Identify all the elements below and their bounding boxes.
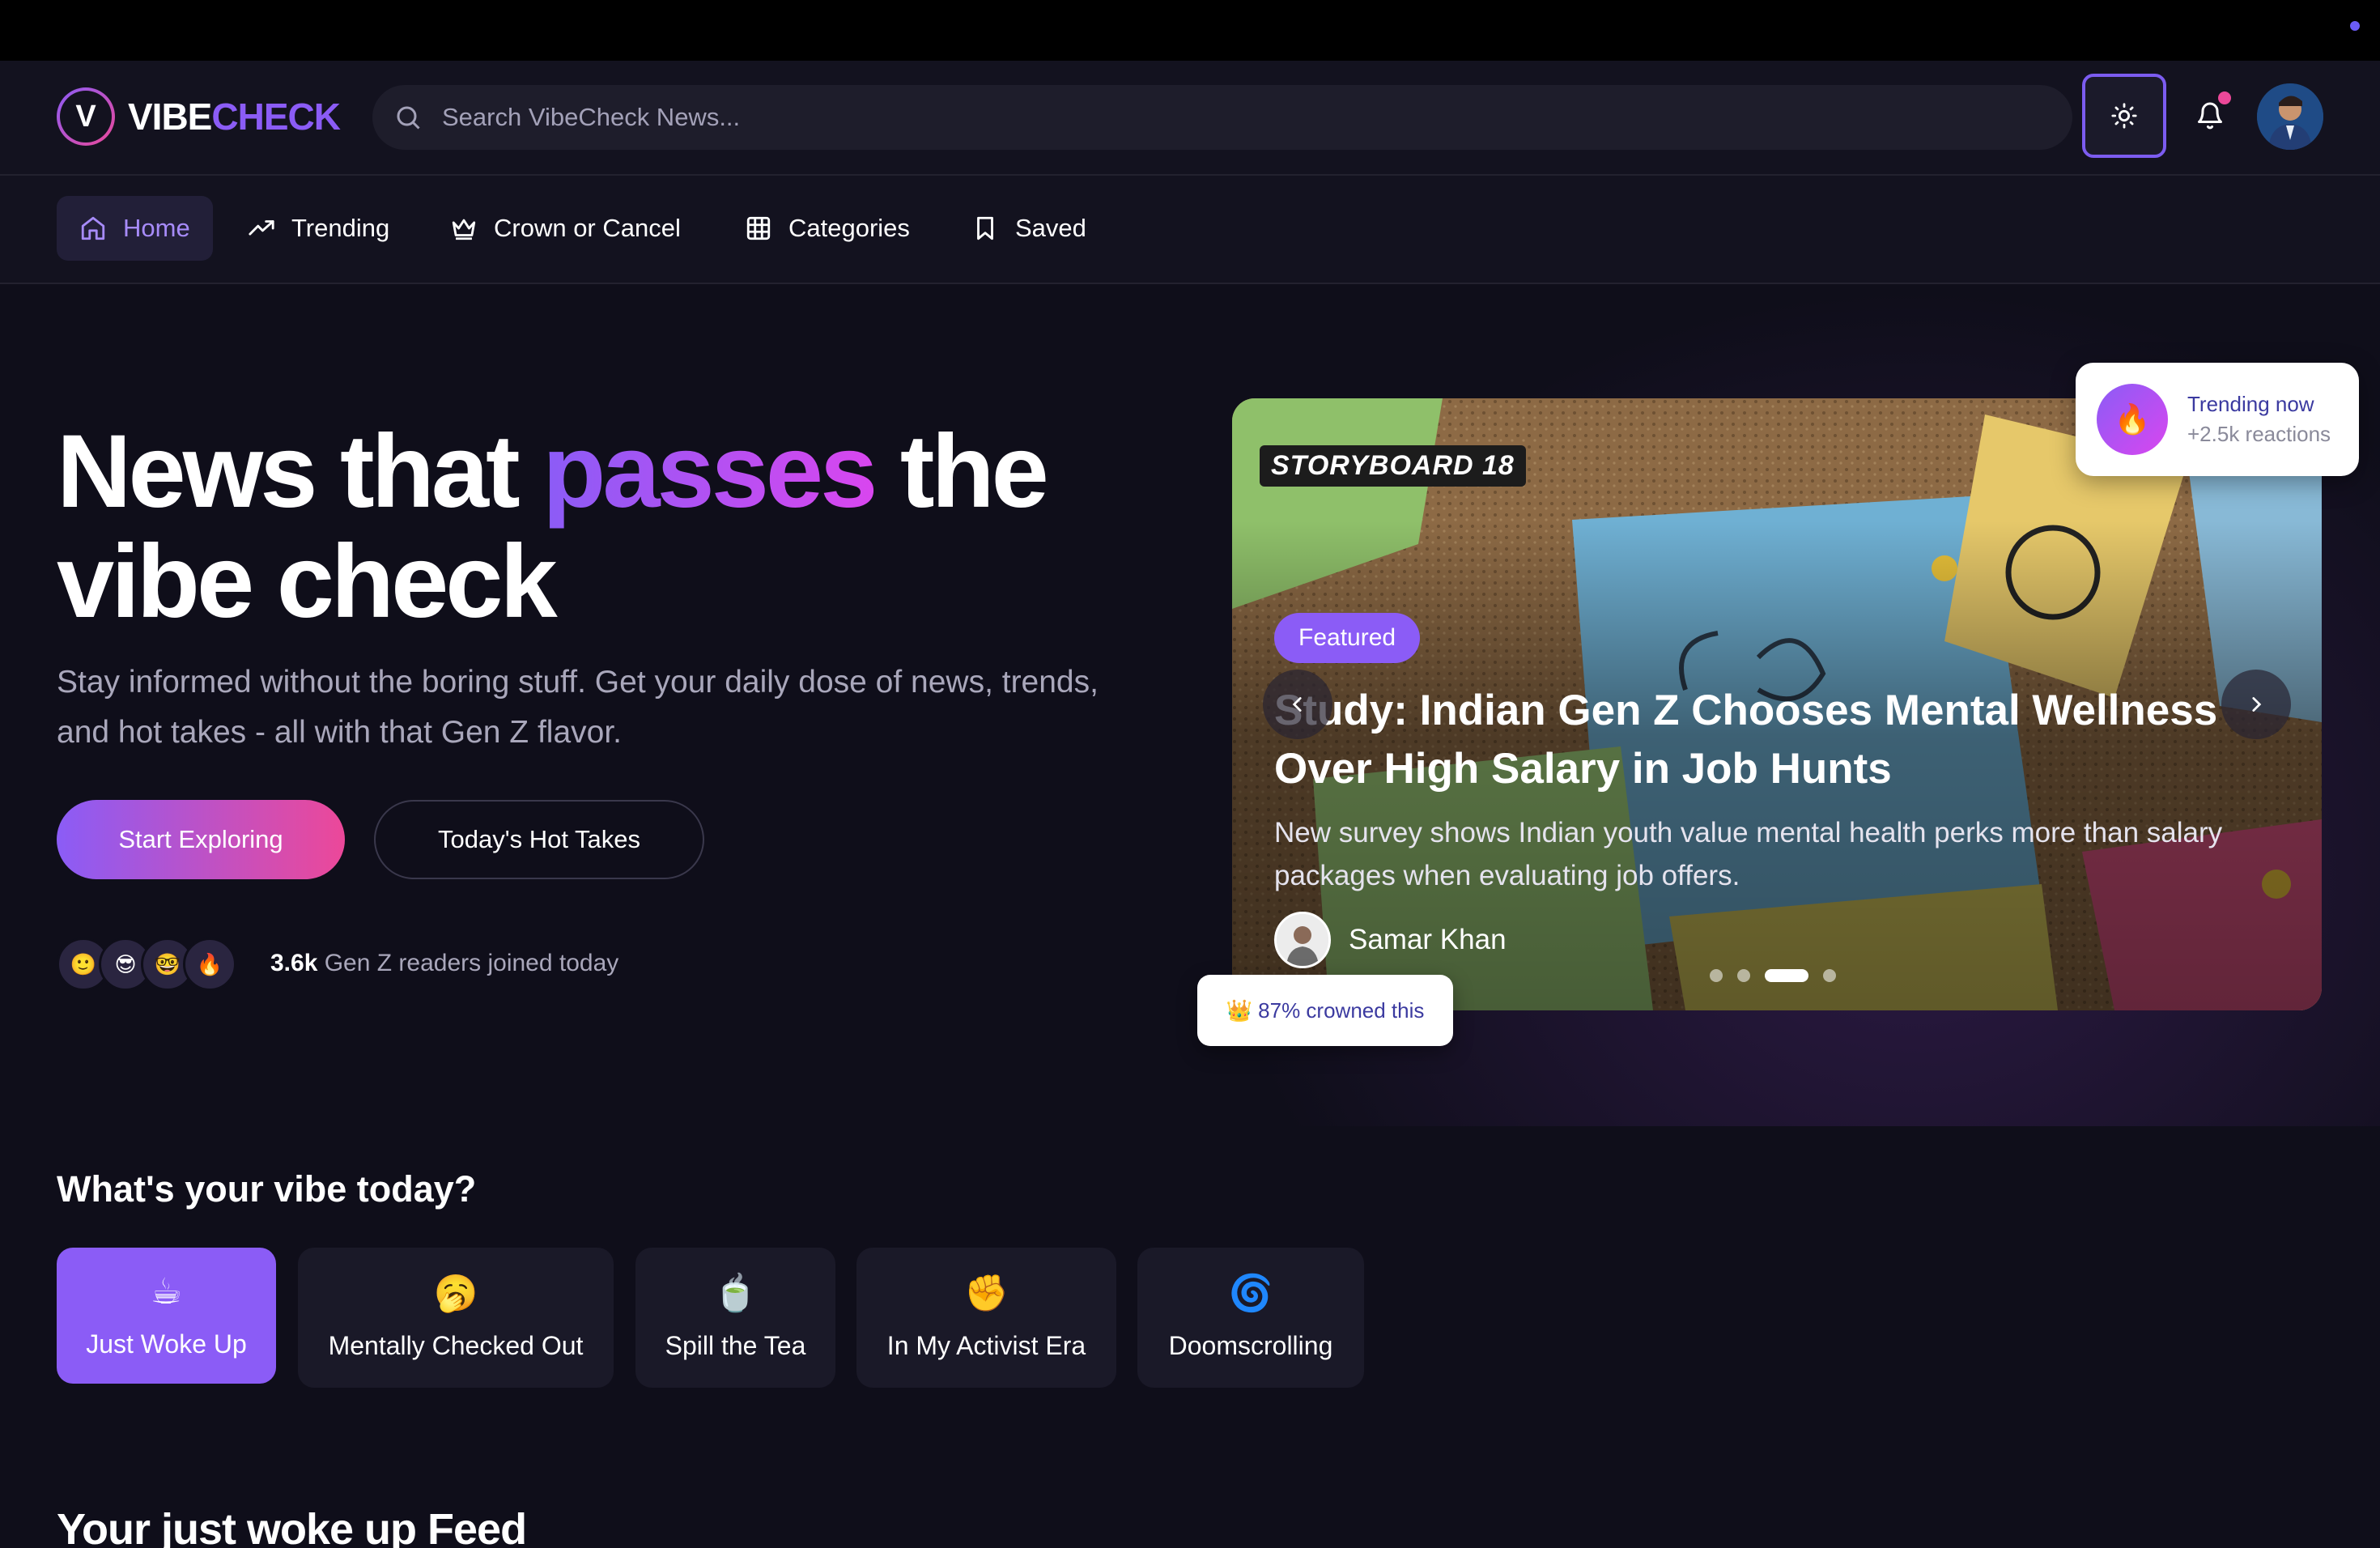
vibe-option-doomscrolling[interactable]: 🌀 Doomscrolling (1137, 1248, 1364, 1388)
cyclone-icon: 🌀 (1228, 1274, 1273, 1313)
status-dot-icon (2350, 21, 2360, 31)
hero-title-highlight: passes (542, 414, 878, 529)
home-icon (81, 216, 105, 240)
search-input[interactable] (442, 103, 1980, 132)
hot-takes-button[interactable]: Today's Hot Takes (374, 800, 704, 879)
trending-card-subtitle: +2.5k reactions (2187, 422, 2331, 446)
user-avatar[interactable] (2257, 83, 2323, 150)
hero-subtitle: Stay informed without the boring stuff. … (57, 665, 1099, 750)
featured-article-description: New survey shows Indian youth value ment… (1274, 817, 2223, 891)
nav-item-categories[interactable]: Categories (722, 196, 933, 261)
carousel-dot[interactable] (1823, 969, 1836, 982)
readers-count: 3.6k (270, 950, 318, 976)
author-avatar (1274, 912, 1331, 968)
readers-label: Gen Z readers joined today (317, 950, 619, 976)
site-header: V VIBECHECK (0, 61, 2380, 176)
reader-emoji: 🔥 (183, 938, 236, 991)
nav-label-trending: Trending (291, 214, 390, 242)
brand-name-part1: VIBE (128, 96, 212, 138)
chevron-left-icon (1292, 697, 1302, 712)
carousel-dot-active[interactable] (1765, 969, 1808, 982)
bell-icon (2198, 102, 2222, 130)
trending-icon (249, 220, 274, 236)
start-exploring-button[interactable]: Start Exploring (57, 800, 345, 879)
nav-item-trending[interactable]: Trending (225, 196, 412, 261)
reader-avatars: 🙂 😎 🤓 🔥 (57, 938, 251, 994)
vibe-option-just-woke-up[interactable]: ☕ Just Woke Up (57, 1248, 276, 1384)
vibe-option-label: Doomscrolling (1168, 1331, 1333, 1360)
sun-icon (2111, 103, 2137, 129)
vibe-option-label: Mentally Checked Out (328, 1331, 584, 1360)
main-nav: Home Trending Crown or Cancel Categories… (0, 176, 2380, 284)
carousel-indicators (1710, 969, 1836, 982)
grid-icon (746, 216, 771, 240)
trending-now-card: 🔥 Trending now +2.5k reactions (2076, 363, 2359, 476)
chevron-right-icon (2252, 697, 2262, 712)
nav-label-saved: Saved (1015, 214, 1086, 242)
bookmark-icon (977, 216, 993, 240)
yawning-face-icon: 🥱 (433, 1274, 478, 1313)
carousel-next-button[interactable] (2221, 670, 2291, 739)
vibe-option-spill-the-tea[interactable]: 🍵 Spill the Tea (635, 1248, 835, 1388)
system-menu-bar (0, 0, 2380, 61)
search-icon (397, 106, 420, 130)
carousel-prev-button[interactable] (1263, 670, 1332, 739)
nav-item-saved[interactable]: Saved (949, 196, 1109, 261)
carousel-dot[interactable] (1710, 969, 1723, 982)
brand-name-part2: CHECK (211, 96, 341, 138)
logo-badge: V (57, 87, 115, 146)
featured-badge: Featured (1274, 613, 1421, 663)
vibe-section-heading: What's your vibe today? (57, 1168, 477, 1210)
raised-fist-icon: ✊ (964, 1274, 1009, 1313)
tea-icon: 🍵 (713, 1274, 758, 1313)
avatar-image (2257, 83, 2323, 150)
readers-joined-text: 3.6k Gen Z readers joined today (270, 950, 618, 977)
crown-icon (452, 219, 476, 240)
crowned-percentage-card: 👑 87% crowned this (1197, 975, 1453, 1046)
theme-toggle-button[interactable] (2082, 74, 2166, 158)
nav-label-categories: Categories (788, 214, 910, 242)
vibe-option-activist-era[interactable]: ✊ In My Activist Era (856, 1248, 1116, 1388)
hero-title-part1: News that (57, 414, 543, 529)
nav-item-home[interactable]: Home (57, 196, 213, 261)
nav-label-home: Home (123, 214, 190, 242)
brand-logo[interactable]: V VIBECHECK (57, 87, 341, 146)
trending-card-title: Trending now (2187, 392, 2314, 416)
notifications-button[interactable] (2186, 91, 2234, 140)
hero-title: News that passes the vibe check (57, 417, 1190, 637)
notification-badge (2218, 91, 2231, 104)
featured-article-title[interactable]: Study: Indian Gen Z Chooses Mental Welln… (1274, 682, 2229, 798)
carousel-dot[interactable] (1737, 969, 1750, 982)
featured-carousel[interactable]: STORYBOARD 18 Featured Study: Indian Gen… (1232, 398, 2322, 1010)
vibe-option-label: Spill the Tea (665, 1331, 806, 1360)
vibe-option-mentally-checked-out[interactable]: 🥱 Mentally Checked Out (298, 1248, 614, 1388)
vibe-option-label: In My Activist Era (886, 1331, 1086, 1360)
brand-name: VIBECHECK (128, 95, 341, 138)
search-bar[interactable] (372, 85, 2072, 150)
fire-icon: 🔥 (2097, 384, 2168, 455)
nav-label-crown-or-cancel: Crown or Cancel (494, 214, 681, 242)
author-name: Samar Khan (1349, 924, 1507, 955)
coffee-icon: ☕ (150, 1271, 183, 1312)
vibe-option-label: Just Woke Up (86, 1329, 247, 1359)
article-author: Samar Khan (1274, 912, 1507, 968)
nav-item-crown-or-cancel[interactable]: Crown or Cancel (427, 196, 703, 261)
source-logo: STORYBOARD 18 (1260, 445, 1526, 487)
feed-heading: Your just woke up Feed (57, 1505, 527, 1548)
